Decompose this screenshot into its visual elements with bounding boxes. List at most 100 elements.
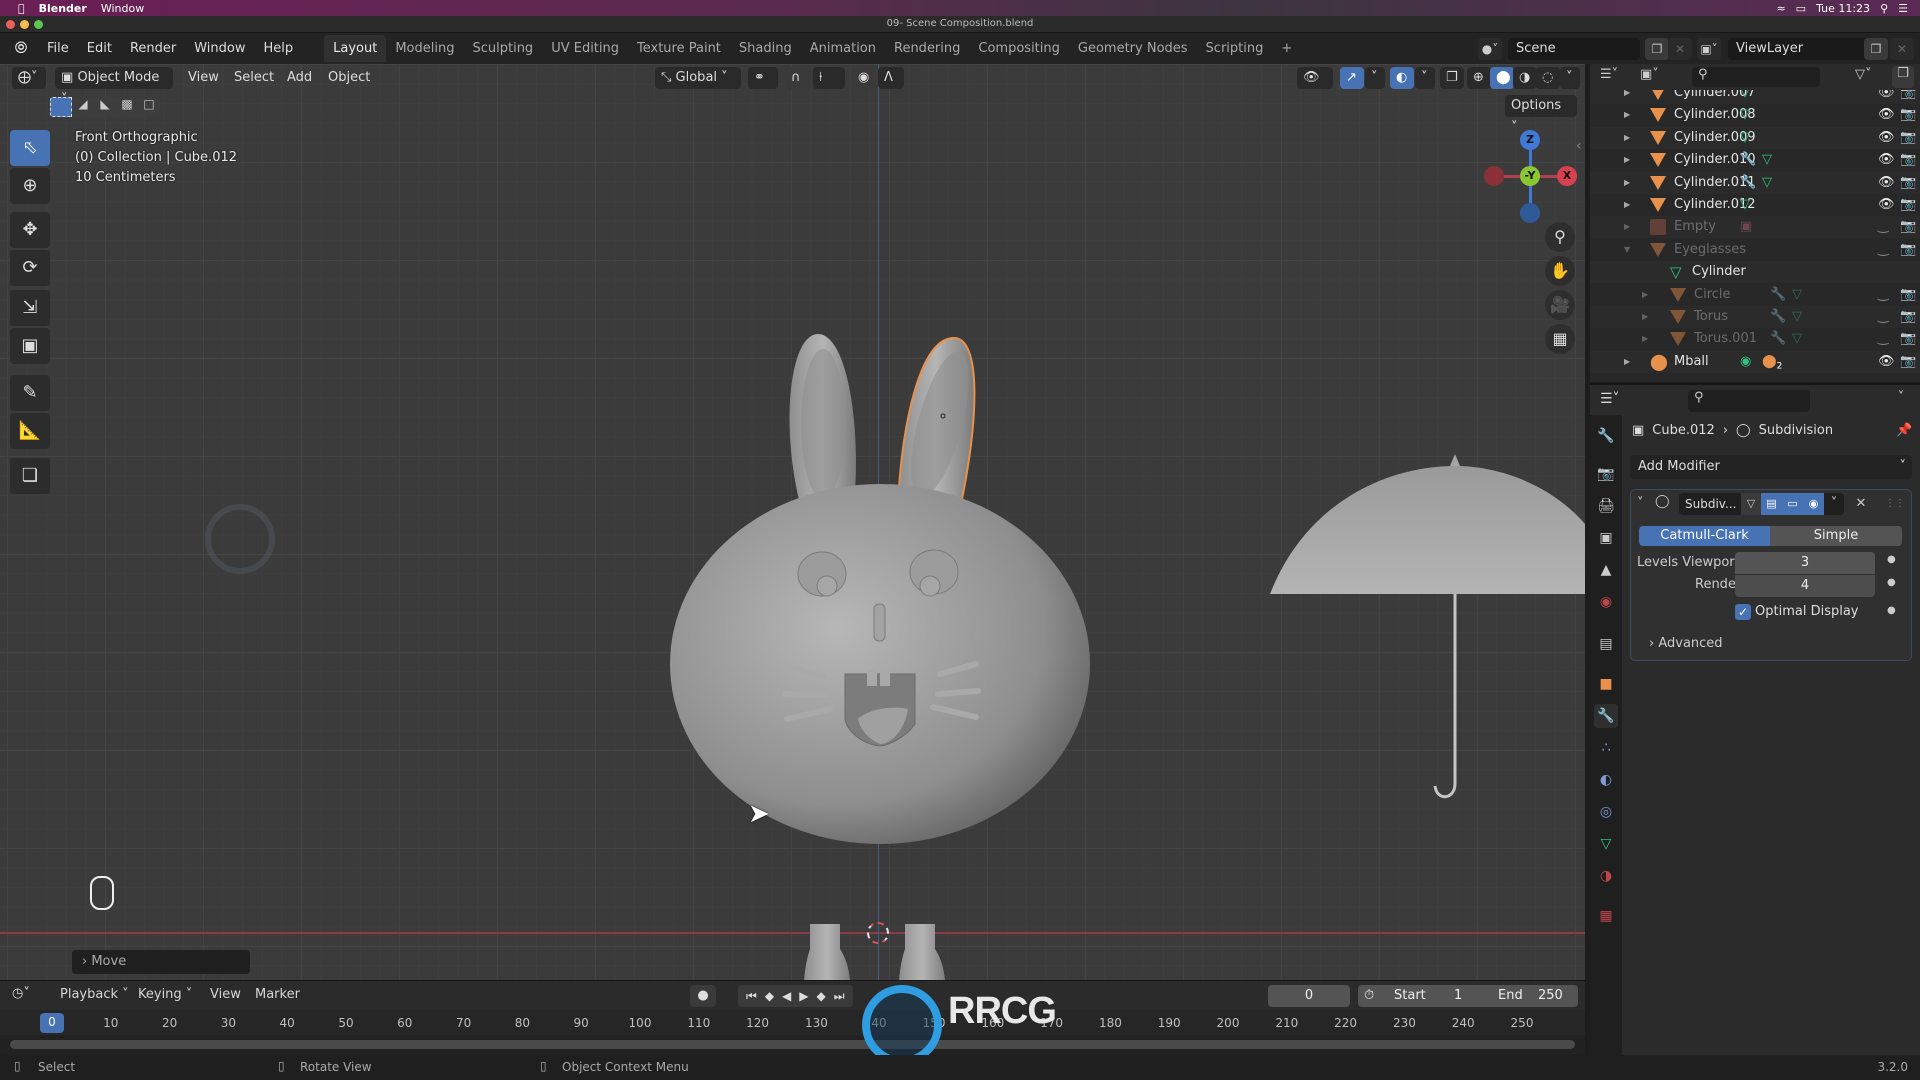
overlays-dropdown[interactable]: ˅ (1415, 67, 1435, 89)
tool-scale[interactable]: ⇲ (10, 290, 50, 326)
expand-arrow-icon[interactable]: ▶ (1642, 306, 1648, 328)
sidebar-collapse-icon[interactable]: ‹ (1576, 138, 1582, 154)
outliner-search-input[interactable]: ⚲ (1692, 67, 1820, 87)
camera-render-icon[interactable]: 📷 (1900, 149, 1916, 171)
delete-scene-button[interactable]: ✕ (1668, 38, 1692, 60)
modifier-name-field[interactable]: Subdiv... (1679, 493, 1741, 515)
shading-dropdown[interactable]: ˅ (1560, 67, 1580, 89)
render-levels-field[interactable]: 4 (1735, 575, 1875, 597)
eye-closed-icon[interactable]: ‿ (1878, 306, 1888, 328)
tab-shading[interactable]: Shading (730, 35, 801, 62)
tool-transform[interactable]: ▣ (10, 328, 50, 364)
material-count-icon[interactable]: ⬤2 (1762, 351, 1782, 378)
menu-object[interactable]: Object (328, 67, 370, 89)
expand-arrow-icon[interactable]: ▶ (1624, 351, 1630, 373)
camera-render-icon[interactable]: 📷 (1900, 216, 1916, 238)
select-intersect-button[interactable]: □ (138, 97, 160, 117)
menu-help[interactable]: Help (255, 41, 303, 56)
zoom-view-icon[interactable]: ⚲ (1545, 222, 1575, 252)
proportional-edit-toggle[interactable]: ◉ (852, 67, 876, 89)
falloff-dropdown[interactable]: Λ (878, 67, 904, 89)
tab-uv-editing[interactable]: UV Editing (542, 35, 628, 62)
prev-keyframe-icon[interactable]: ◆ (765, 985, 774, 1007)
tool-select-box[interactable]: ⬁ (10, 130, 50, 166)
mesh-data-icon[interactable]: ▽ (1792, 306, 1802, 328)
mesh-data-icon[interactable]: ▽ (1740, 90, 1750, 104)
current-frame-field[interactable]: 0 (1268, 985, 1350, 1007)
tab-particles-icon[interactable]: ∴ (1594, 736, 1618, 760)
os-app-name[interactable]: Blender (39, 2, 87, 15)
menu-render[interactable]: Render (121, 41, 185, 56)
3d-viewport[interactable]: ➤ › Move (0, 64, 1585, 980)
menu-view[interactable]: View (188, 67, 219, 89)
modifier-wrench-icon[interactable]: 🔧 (1770, 306, 1786, 328)
new-collection-icon[interactable]: ❐ (1892, 66, 1914, 88)
properties-options-dropdown[interactable]: ˅ (1890, 390, 1912, 412)
modifier-collapse-icon[interactable]: ˅ (1637, 496, 1644, 511)
modifier-wrench-icon[interactable]: 🔧 (1770, 328, 1786, 350)
mesh-data-icon[interactable]: ▽ (1762, 149, 1772, 171)
eye-icon[interactable]: 👁 (1878, 149, 1895, 171)
right-ear-selected[interactable] (896, 336, 981, 511)
camera-render-icon[interactable]: 📷 (1900, 306, 1916, 328)
tool-move[interactable]: ✥ (10, 212, 50, 248)
camera-view-icon[interactable]: 🎥 (1545, 290, 1575, 320)
gizmo-toggle[interactable]: ↗ (1340, 67, 1364, 89)
tab-tool-icon[interactable]: 🔧 (1594, 424, 1618, 448)
outliner-item[interactable]: ▶ Cylinder.012 ▽ 👁 📷 (1590, 194, 1920, 216)
clock[interactable]: Tue 11:23 (1816, 2, 1870, 15)
start-value[interactable]: 1 (1454, 985, 1462, 1007)
eye-icon[interactable]: 👁 (1878, 127, 1895, 149)
gizmo-x-axis[interactable]: X (1557, 166, 1577, 186)
gizmo-dropdown[interactable]: ˅ (1365, 67, 1385, 89)
modifier-extras-dropdown[interactable]: ˅ (1824, 493, 1844, 515)
camera-render-icon[interactable]: 📷 (1900, 90, 1916, 104)
properties-search-input[interactable]: ⚲ (1688, 390, 1810, 412)
expand-arrow-icon[interactable]: ▶ (1624, 194, 1630, 216)
keyframe-dot-icon[interactable]: ● (1887, 605, 1896, 616)
outliner-item[interactable]: ▶ Cylinder.010 🔧 ▽ 👁 📷 (1590, 149, 1920, 171)
tab-rendering[interactable]: Rendering (885, 35, 969, 62)
gizmo-neg-z-axis[interactable] (1520, 203, 1540, 223)
tool-measure[interactable]: 📐 (10, 413, 50, 449)
select-subtract-button[interactable]: ◣ (94, 97, 116, 117)
xray-toggle[interactable]: ❐ (1440, 67, 1464, 89)
tab-animation[interactable]: Animation (801, 35, 885, 62)
eye-icon[interactable]: 👁 (1878, 104, 1895, 126)
outliner-item[interactable]: ▶ Empty ▣ ‿ 📷 (1590, 216, 1920, 239)
advanced-subpanel-header[interactable]: › Advanced (1649, 636, 1723, 651)
gizmo-neg-x-axis[interactable] (1484, 166, 1504, 186)
mesh-data-icon[interactable]: ▽ (1762, 172, 1772, 194)
gizmo-neg-y-axis[interactable]: -Y (1520, 166, 1540, 186)
expand-arrow-icon[interactable]: ▶ (1624, 90, 1630, 104)
bunny-model[interactable] (640, 324, 1120, 980)
eye-icon[interactable]: 👁 (1878, 351, 1895, 373)
tab-render-icon[interactable]: 📷 (1594, 462, 1618, 486)
outliner-item[interactable]: ▶ Cylinder.011 🔧 ▽ 👁 📷 (1590, 171, 1920, 194)
tab-world-icon[interactable]: ◉ (1594, 590, 1618, 614)
outliner-filter-icon[interactable]: ▽˅ (1855, 67, 1872, 82)
menu-timeline-view[interactable]: View (210, 987, 241, 1002)
mesh-data-icon[interactable]: ▽ (1792, 328, 1802, 350)
next-keyframe-icon[interactable]: ◆ (817, 985, 826, 1007)
outliner-item[interactable]: ▶ Torus.001 🔧 ▽ ‿ 📷 (1590, 328, 1920, 350)
add-workspace-button[interactable]: + (1272, 35, 1301, 62)
expand-arrow-icon[interactable]: ▶ (1642, 284, 1648, 306)
expand-arrow-icon[interactable]: ▼ (1624, 239, 1630, 261)
options-dropdown[interactable]: Options ˅ (1505, 95, 1577, 135)
menu-file[interactable]: File (38, 41, 78, 56)
camera-render-icon[interactable]: 📷 (1900, 194, 1916, 216)
tool-rotate[interactable]: ⟳ (10, 250, 50, 286)
expand-arrow-icon[interactable]: ▶ (1624, 127, 1630, 149)
eye-closed-icon[interactable]: ‿ (1878, 284, 1888, 306)
timeline-editor-type-icon[interactable]: ◷˅ (12, 986, 30, 1001)
modifier-wrench-icon[interactable]: 🔧 (1740, 149, 1756, 171)
ortho-toggle-icon[interactable]: ▦ (1545, 324, 1575, 354)
outliner-item[interactable]: ▶ ⬤ Mball ◉ ⬤2 👁 📷 (1590, 350, 1920, 373)
modifier-wrench-icon[interactable]: 🔧 (1740, 172, 1756, 194)
control-center-icon[interactable]: ☰ (1898, 2, 1908, 15)
tab-modeling[interactable]: Modeling (386, 35, 463, 62)
editor-type-button[interactable]: ⨁˅ (12, 67, 46, 89)
tab-layout[interactable]: Layout (324, 35, 387, 62)
on-cage-toggle[interactable]: ▤ (1761, 493, 1782, 515)
